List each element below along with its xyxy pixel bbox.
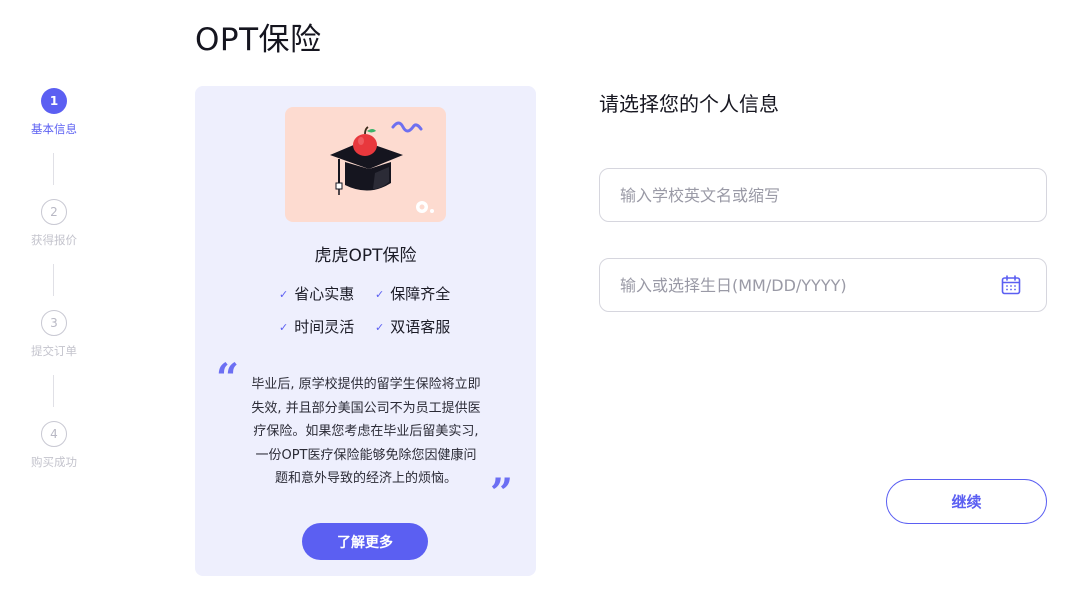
birthday-field[interactable] (599, 258, 1047, 312)
graduation-cap-apple-illustration (285, 107, 446, 222)
check-icon: ✓ (279, 321, 289, 334)
step-purchase-success[interactable]: 4 购买成功 (0, 421, 108, 469)
calendar-icon[interactable] (1000, 274, 1022, 296)
step-submit-order[interactable]: 3 提交订单 (0, 310, 108, 358)
form-title: 请选择您的个人信息 (599, 92, 779, 116)
feature-item: ✓ 省心实惠 (279, 283, 354, 304)
step-number-2: 2 (41, 199, 67, 225)
continue-button[interactable]: 继续 (886, 479, 1047, 524)
product-name: 虎虎OPT保险 (314, 246, 417, 266)
step-label-purchase-success: 购买成功 (31, 455, 77, 469)
feature-item: ✓ 双语客服 (375, 316, 450, 337)
feature-item: ✓ 时间灵活 (279, 316, 354, 337)
close-quote-icon: ” (490, 470, 514, 517)
school-field[interactable] (599, 168, 1047, 222)
description-line: 题和意外导致的经济上的烦恼。 (274, 471, 457, 486)
step-basic-info[interactable]: 1 基本信息 (0, 88, 108, 136)
step-get-quote[interactable]: 2 获得报价 (0, 199, 108, 247)
description-line: 毕业后, 原学校提供的留学生保险将立即 (251, 377, 481, 392)
birthday-input[interactable] (620, 259, 1000, 311)
feature-item: ✓ 保障齐全 (375, 283, 450, 304)
step-label-get-quote: 获得报价 (31, 233, 77, 247)
step-connector (53, 153, 54, 185)
feature-label: 双语客服 (390, 318, 451, 336)
description-line: 一份OPT医疗保险能够免除您因健康问 (255, 447, 477, 463)
step-label-submit-order: 提交订单 (31, 344, 77, 358)
feature-label: 省心实惠 (294, 285, 355, 303)
feature-label: 时间灵活 (294, 318, 355, 336)
feature-label: 保障齐全 (390, 285, 451, 303)
step-label-basic-info: 基本信息 (31, 122, 77, 136)
school-input[interactable] (620, 169, 1000, 221)
check-icon: ✓ (375, 288, 385, 301)
step-connector (53, 264, 54, 296)
page-title: OPT保险 (195, 22, 322, 58)
step-connector (53, 375, 54, 407)
step-number-4: 4 (41, 421, 67, 447)
description-line: 疗保险。如果您考虑在毕业后留美实习, (253, 424, 479, 439)
check-icon: ✓ (375, 321, 385, 334)
promo-card: 虎虎OPT保险 ✓ 省心实惠 ✓ 保障齐全 ✓ 时间灵活 ✓ 双语客服 “ 毕业后, 原… (195, 86, 536, 576)
description-line: 失效, 并且部分美国公司不为员工提供医 (251, 400, 481, 416)
promo-description: 毕业后, 原学校提供的留学生保险将立即 失效, 并且部分美国公司不为员工提供医 … (229, 373, 503, 491)
check-icon: ✓ (279, 288, 289, 301)
step-number-1: 1 (41, 88, 67, 114)
step-number-3: 3 (41, 310, 67, 336)
learn-more-button[interactable]: 了解更多 (302, 523, 428, 560)
